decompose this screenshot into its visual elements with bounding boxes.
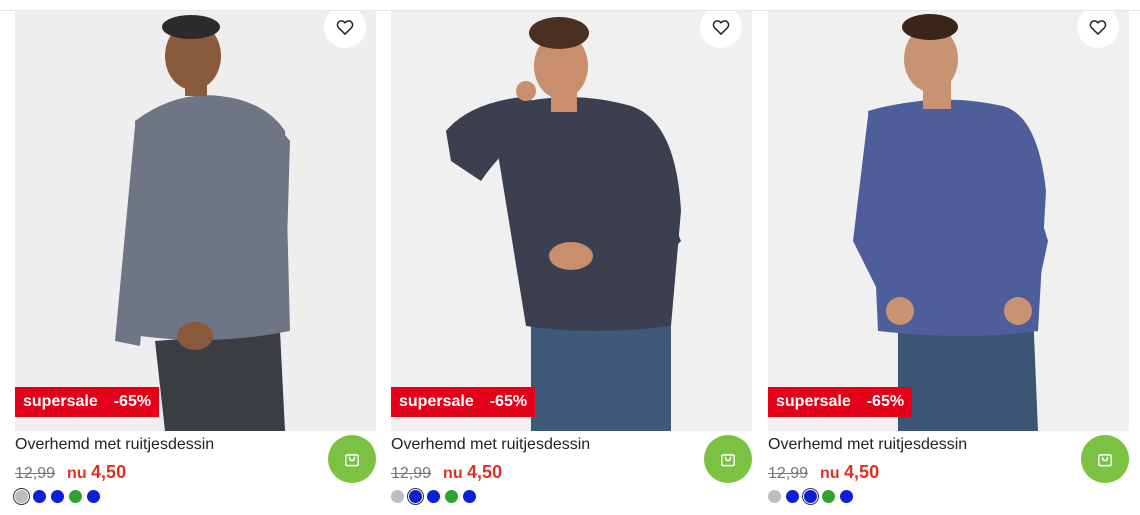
- product-card[interactable]: supersale -65% Overhemd met ruitjesdessi…: [768, 11, 1129, 515]
- price-prefix: nu: [67, 465, 87, 482]
- sale-badge-label: supersale: [23, 393, 98, 410]
- color-swatch[interactable]: [427, 490, 440, 503]
- color-swatch[interactable]: [840, 490, 853, 503]
- color-swatch[interactable]: [768, 490, 781, 503]
- product-image[interactable]: supersale -65%: [391, 11, 752, 431]
- sale-badge-discount: -65%: [113, 393, 152, 410]
- old-price: 12,99: [391, 465, 432, 482]
- sale-badge-label: supersale: [399, 393, 474, 410]
- color-swatch[interactable]: [51, 490, 64, 503]
- color-swatch[interactable]: [87, 490, 100, 503]
- new-price: 4,50: [91, 462, 127, 482]
- sale-badge-label: supersale: [776, 393, 851, 410]
- sale-badge-discount: -65%: [489, 393, 528, 410]
- new-price: 4,50: [467, 462, 503, 482]
- product-card[interactable]: supersale -65% Overhemd met ruitjesdessi…: [15, 11, 376, 515]
- shopping-bag-icon: [1098, 454, 1112, 467]
- add-to-cart-button[interactable]: [328, 435, 376, 483]
- add-to-cart-button[interactable]: [1081, 435, 1129, 483]
- product-title[interactable]: Overhemd met ruitjesdessin: [15, 436, 214, 454]
- price-prefix: nu: [443, 465, 463, 482]
- price-block: 12,99 nu 4,50: [15, 462, 126, 483]
- new-price-block: nu 4,50: [443, 462, 502, 483]
- sale-badge: supersale -65%: [391, 387, 536, 417]
- new-price-block: nu 4,50: [820, 462, 879, 483]
- price-prefix: nu: [820, 465, 840, 482]
- old-price: 12,99: [768, 465, 809, 482]
- product-image[interactable]: supersale -65%: [15, 11, 376, 431]
- color-swatch[interactable]: [69, 490, 82, 503]
- price-block: 12,99 nu 4,50: [768, 462, 879, 483]
- color-swatch[interactable]: [445, 490, 458, 503]
- color-swatch[interactable]: [463, 490, 476, 503]
- model-photo: [15, 11, 376, 431]
- color-swatches: [15, 490, 100, 503]
- color-swatch[interactable]: [409, 490, 422, 503]
- color-swatches: [391, 490, 476, 503]
- color-swatch[interactable]: [33, 490, 46, 503]
- shopping-bag-icon: [721, 454, 735, 467]
- old-price: 12,99: [15, 465, 56, 482]
- shopping-bag-icon: [345, 454, 359, 467]
- product-title[interactable]: Overhemd met ruitjesdessin: [768, 436, 967, 454]
- model-photo: [391, 11, 752, 431]
- sale-badge: supersale -65%: [768, 387, 913, 417]
- price-block: 12,99 nu 4,50: [391, 462, 502, 483]
- new-price: 4,50: [844, 462, 880, 482]
- sale-badge-discount: -65%: [866, 393, 905, 410]
- color-swatch[interactable]: [391, 490, 404, 503]
- new-price-block: nu 4,50: [67, 462, 126, 483]
- heart-icon: [712, 20, 730, 35]
- color-swatches: [768, 490, 853, 503]
- color-swatch[interactable]: [786, 490, 799, 503]
- product-grid: supersale -65% Overhemd met ruitjesdessi…: [15, 11, 1129, 515]
- color-swatch[interactable]: [15, 490, 28, 503]
- model-photo: [768, 11, 1129, 431]
- product-title[interactable]: Overhemd met ruitjesdessin: [391, 436, 590, 454]
- add-to-cart-button[interactable]: [704, 435, 752, 483]
- heart-icon: [1089, 20, 1107, 35]
- sale-badge: supersale -65%: [15, 387, 160, 417]
- product-card[interactable]: supersale -65% Overhemd met ruitjesdessi…: [391, 11, 752, 515]
- color-swatch[interactable]: [804, 490, 817, 503]
- color-swatch[interactable]: [822, 490, 835, 503]
- product-image[interactable]: supersale -65%: [768, 11, 1129, 431]
- heart-icon: [336, 20, 354, 35]
